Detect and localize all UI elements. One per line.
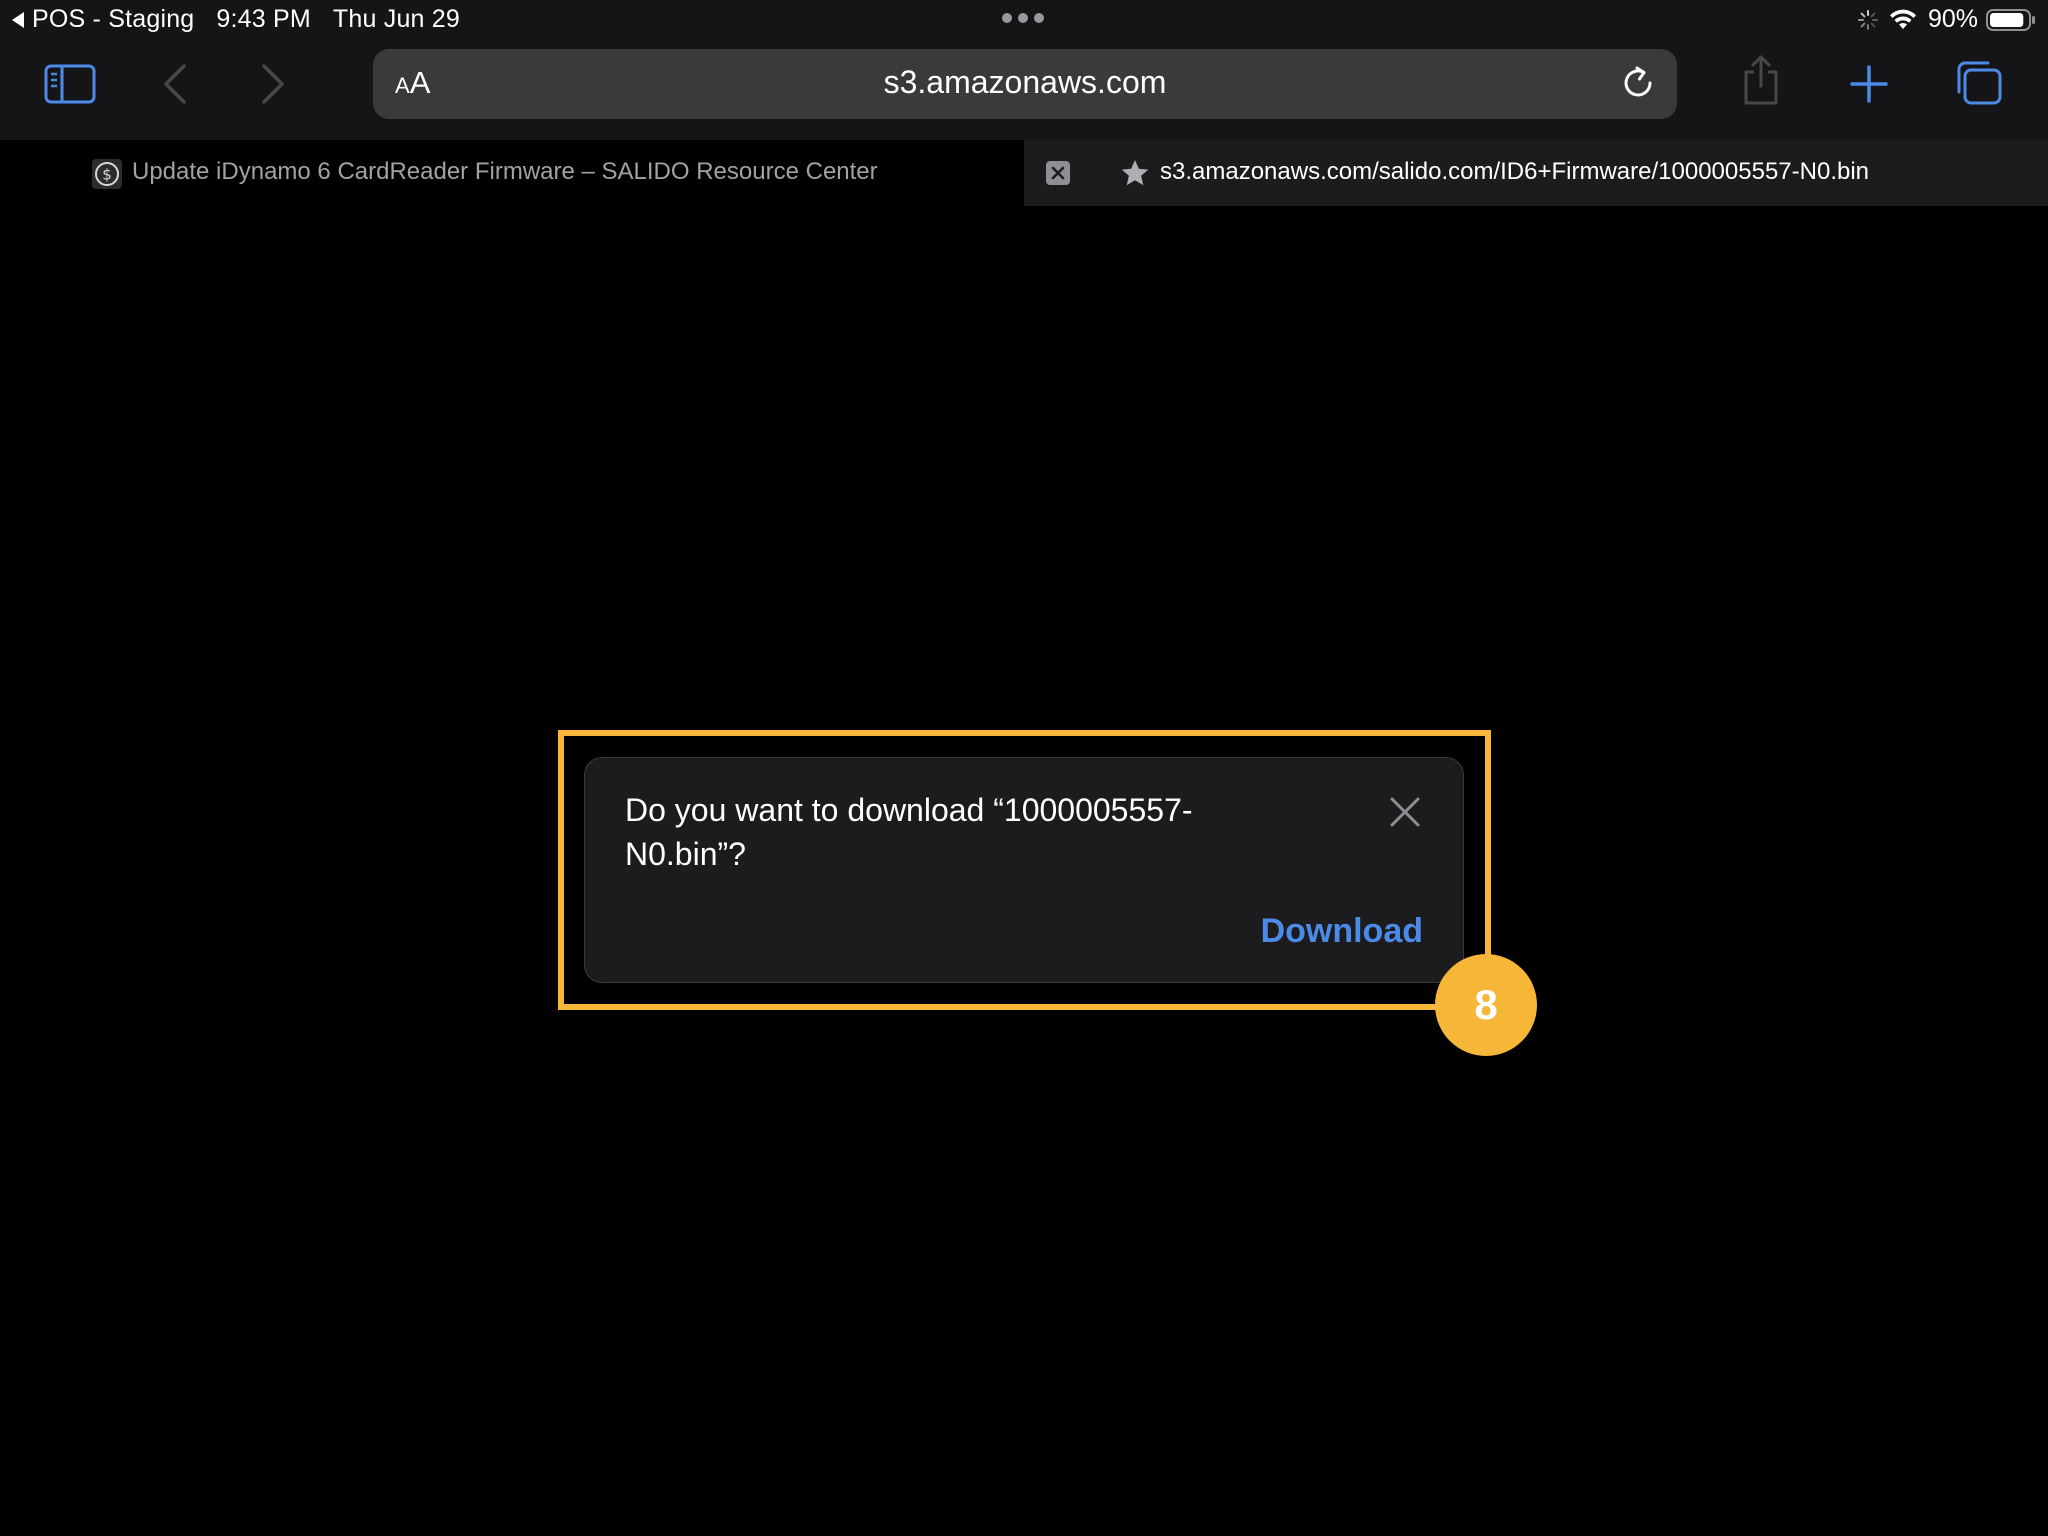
status-time: 9:43 PM: [216, 5, 311, 33]
battery-icon: [1986, 8, 2036, 32]
tab-firmware-bin[interactable]: s3.amazonaws.com/salido.com/ID6+Firmware…: [1024, 140, 2048, 206]
tabs-overview-icon[interactable]: [1955, 60, 2003, 106]
browser-toolbar: AA s3.amazonaws.com: [0, 38, 2048, 140]
download-button[interactable]: Download: [1261, 912, 1423, 951]
back-app-label[interactable]: POS - Staging: [32, 5, 194, 34]
salido-favicon-icon: $: [92, 159, 122, 194]
status-bar: POS - Staging 9:43 PM Thu Jun 29 90%: [0, 0, 2048, 38]
share-icon[interactable]: [1741, 54, 1781, 106]
forward-chevron-icon[interactable]: [260, 62, 286, 106]
tab-salido-resource-center[interactable]: $ Update iDynamo 6 CardReader Firmware –…: [0, 140, 1024, 206]
reload-icon[interactable]: [1619, 64, 1657, 107]
new-tab-plus-icon[interactable]: [1849, 64, 1889, 104]
battery-percent: 90%: [1927, 5, 1978, 33]
tab-close-icon[interactable]: [1046, 161, 1070, 185]
address-url[interactable]: s3.amazonaws.com: [373, 64, 1677, 101]
activity-spinner-icon: [1857, 9, 1878, 30]
sidebar-icon[interactable]: [44, 64, 96, 104]
star-icon: [1120, 158, 1150, 193]
download-message: Do you want to download “1000005557-N0.b…: [625, 792, 1193, 872]
step-number-badge: 8: [1435, 954, 1537, 1056]
wifi-icon: [1888, 8, 1918, 32]
tab-strip: $ Update iDynamo 6 CardReader Firmware –…: [0, 140, 2048, 206]
close-icon[interactable]: [1387, 794, 1423, 830]
multitask-dots-icon[interactable]: [1002, 13, 1044, 23]
status-date: Thu Jun 29: [332, 5, 461, 33]
tab-title: Update iDynamo 6 CardReader Firmware – S…: [132, 158, 878, 185]
tab-title: s3.amazonaws.com/salido.com/ID6+Firmware…: [1160, 158, 1870, 185]
address-bar[interactable]: AA s3.amazonaws.com: [373, 49, 1677, 119]
download-dialog: Do you want to download “1000005557-N0.b…: [584, 757, 1464, 983]
status-bar-left: POS - Staging 9:43 PM Thu Jun 29: [12, 5, 460, 34]
status-bar-right: 90%: [1857, 5, 2036, 34]
svg-text:$: $: [102, 166, 112, 184]
back-triangle-icon[interactable]: [12, 11, 24, 28]
back-chevron-icon[interactable]: [162, 62, 188, 106]
